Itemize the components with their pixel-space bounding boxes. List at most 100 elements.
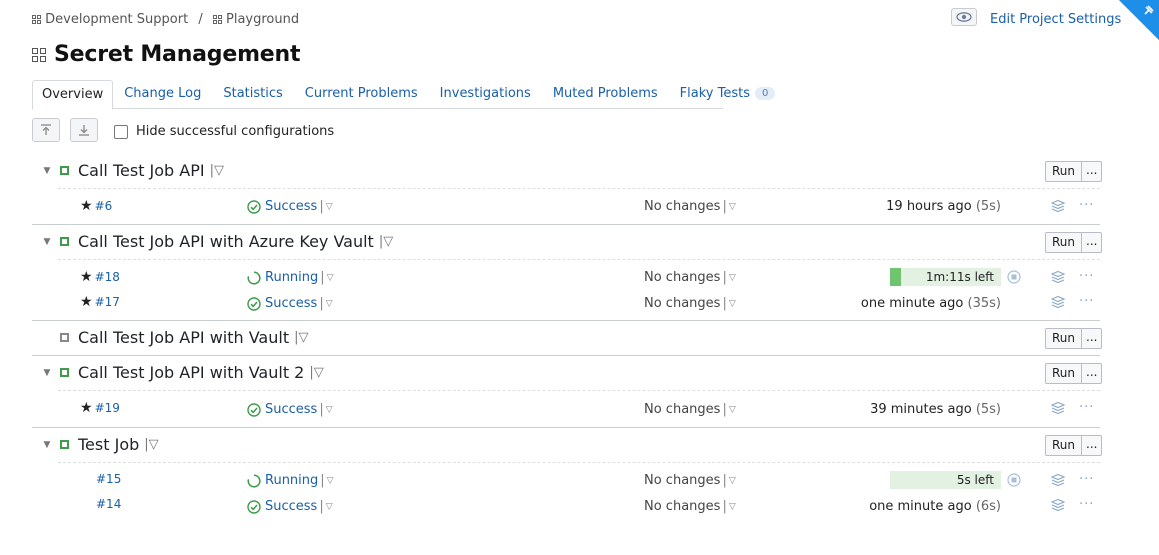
build-status[interactable]: Running | ▽ (247, 270, 334, 285)
chevron-down-icon[interactable]: ▼ (40, 166, 54, 176)
config-dropdown-icon[interactable]: |▽ (309, 365, 323, 380)
build-number[interactable]: ★ #18 (80, 269, 120, 285)
page-header: Secret Management (32, 42, 300, 67)
tab-current-problems[interactable]: Current Problems (294, 80, 429, 108)
chevron-down-icon[interactable]: ▼ (40, 440, 54, 450)
build-status[interactable]: Success | ▽ (247, 402, 333, 417)
success-status-icon (60, 166, 69, 175)
expand-all-button[interactable] (70, 118, 98, 142)
project-icon (32, 47, 46, 62)
status-dropdown-icon: ▽ (325, 501, 333, 512)
hide-successful-toggle[interactable]: Hide successful configurations (114, 124, 334, 139)
config-dropdown-icon[interactable]: |▽ (379, 234, 393, 249)
edit-project-settings-link[interactable]: Edit Project Settings (990, 12, 1121, 27)
watch-button[interactable] (951, 8, 977, 26)
success-check-icon (247, 402, 261, 417)
time-remaining: 5s left (956, 473, 994, 487)
agent-stack-icon[interactable] (1050, 401, 1066, 415)
config-name[interactable]: Call Test Job API (78, 161, 205, 180)
star-icon[interactable]: ★ (80, 294, 93, 310)
tab-muted-problems[interactable]: Muted Problems (542, 80, 669, 108)
tab-change-log[interactable]: Change Log (113, 80, 212, 108)
status-dropdown-icon: ▽ (325, 404, 333, 415)
build-status[interactable]: Running | ▽ (247, 473, 334, 488)
more-options-icon[interactable]: ··· (1079, 198, 1094, 213)
run-button[interactable]: Run (1045, 161, 1083, 182)
build-time: one minute ago (35s) (860, 296, 1001, 311)
collapse-all-icon (41, 124, 51, 135)
changes-dropdown-icon: ▽ (728, 298, 736, 309)
chevron-down-icon[interactable]: ▼ (40, 368, 54, 378)
build-changes[interactable]: No changes | ▽ (644, 296, 736, 311)
build-number[interactable]: ★ #17 (80, 294, 120, 310)
agent-stack-icon[interactable] (1050, 473, 1066, 487)
changes-dropdown-icon: ▽ (728, 404, 736, 415)
build-changes[interactable]: No changes | ▽ (644, 473, 736, 488)
run-button[interactable]: Run (1045, 363, 1083, 384)
run-options-button[interactable]: ... (1082, 435, 1103, 456)
run-button-group: Run ... (1045, 328, 1103, 349)
config-dropdown-icon[interactable]: |▽ (144, 437, 158, 452)
project-icon (212, 15, 222, 24)
star-icon[interactable]: ★ (80, 400, 93, 416)
config-name[interactable]: Test Job (78, 435, 139, 454)
breadcrumb-item-playground[interactable]: Playground (226, 12, 299, 27)
run-options-button[interactable]: ... (1082, 328, 1103, 349)
build-changes[interactable]: No changes | ▽ (644, 199, 736, 214)
breadcrumb-item-development-support[interactable]: Development Support (45, 12, 188, 27)
changes-dropdown-icon: ▽ (728, 201, 736, 212)
build-changes[interactable]: No changes | ▽ (644, 270, 736, 285)
build-number[interactable]: ★ #6 (80, 198, 112, 214)
status-dropdown-icon: ▽ (325, 298, 333, 309)
more-options-icon[interactable]: ··· (1079, 269, 1094, 284)
success-status-icon (60, 368, 69, 377)
collapse-all-button[interactable] (32, 118, 60, 142)
more-options-icon[interactable]: ··· (1079, 400, 1094, 415)
expand-all-icon (79, 125, 89, 136)
progress-fill (890, 268, 902, 286)
config-name[interactable]: Call Test Job API with Vault 2 (78, 363, 304, 382)
hide-successful-checkbox[interactable] (114, 124, 128, 139)
star-icon[interactable]: ★ (80, 198, 93, 214)
tab-overview[interactable]: Overview (32, 80, 114, 110)
run-button[interactable]: Run (1045, 435, 1083, 456)
build-changes[interactable]: No changes | ▽ (644, 499, 736, 514)
agent-stack-icon[interactable] (1050, 270, 1066, 284)
stop-build-icon[interactable] (1007, 270, 1021, 284)
more-options-icon[interactable]: ··· (1079, 497, 1094, 512)
no-builds-status-icon (60, 333, 69, 342)
run-button[interactable]: Run (1045, 328, 1083, 349)
tab-statistics[interactable]: Statistics (212, 80, 293, 108)
build-number[interactable]: #15 (96, 472, 121, 486)
stop-build-icon[interactable] (1007, 473, 1021, 487)
breadcrumb-separator: / (198, 12, 203, 27)
more-options-icon[interactable]: ··· (1079, 294, 1094, 309)
config-dropdown-icon[interactable]: |▽ (294, 330, 308, 345)
agent-stack-icon[interactable] (1050, 199, 1066, 213)
build-status[interactable]: Success | ▽ (247, 199, 333, 214)
build-number[interactable]: #14 (96, 497, 121, 511)
page-title: Secret Management (54, 42, 301, 67)
more-options-icon[interactable]: ··· (1079, 472, 1094, 487)
build-status[interactable]: Success | ▽ (247, 499, 333, 514)
run-options-button[interactable]: ... (1082, 363, 1103, 384)
run-button[interactable]: Run (1045, 232, 1083, 253)
tab-flaky-tests[interactable]: Flaky Tests 0 (669, 80, 787, 108)
build-changes[interactable]: No changes | ▽ (644, 402, 736, 417)
agent-stack-icon[interactable] (1050, 295, 1066, 309)
build-status[interactable]: Success | ▽ (247, 296, 333, 311)
tab-investigations[interactable]: Investigations (429, 80, 542, 108)
changes-dropdown-icon: ▽ (728, 475, 736, 486)
build-number[interactable]: ★ #19 (80, 400, 120, 416)
corner-ribbon[interactable] (1119, 0, 1159, 40)
agent-stack-icon[interactable] (1050, 498, 1066, 512)
config-title: Call Test Job API with Vault |▽ (40, 328, 308, 347)
config-name[interactable]: Call Test Job API with Vault (78, 328, 289, 347)
run-options-button[interactable]: ... (1082, 232, 1103, 253)
config-divider (32, 427, 1100, 428)
star-icon[interactable]: ★ (80, 269, 93, 285)
chevron-down-icon[interactable]: ▼ (40, 237, 54, 247)
run-options-button[interactable]: ... (1082, 161, 1103, 182)
config-dropdown-icon[interactable]: |▽ (210, 163, 224, 178)
config-name[interactable]: Call Test Job API with Azure Key Vault (78, 232, 374, 251)
